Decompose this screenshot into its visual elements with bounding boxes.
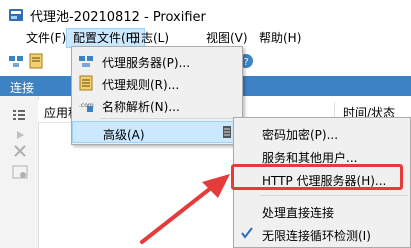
window-title: 代理池-20210812 - Proxifier [30,10,206,25]
menu-item-advanced[interactable]: 高级(A) [72,121,242,143]
proxy-rules-icon [79,75,93,91]
name-resolution-icon: .com [79,102,94,112]
menu-log[interactable]: 日志(L) [123,28,175,48]
checkmark-icon [241,227,253,239]
profile-dropdown-menu: 代理服务器(P)... 代理规则(R)... .com 名称解析(N)... 高… [71,46,243,145]
annotation-highlight-box [231,164,403,190]
list-view-icon[interactable] [12,108,26,122]
menu-item-label: 代理规则(R)... [102,78,180,92]
title-bar: 代理池-20210812 - Proxifier [0,0,411,28]
menu-item-password-encryption[interactable]: 密码加密(P)... [234,122,410,144]
menu-item-handle-direct-connections[interactable]: 处理直接连接 [234,200,410,222]
menu-file[interactable]: 文件(F) [20,28,72,48]
menu-view[interactable]: 视图(V) [200,28,254,48]
menu-item-label: 代理服务器(P)... [102,56,191,70]
play-icon[interactable] [15,130,25,140]
menu-item-label: 名称解析(N)... [102,100,180,114]
svg-text:?: ? [243,57,248,68]
menu-item-proxy-servers[interactable]: 代理服务器(P)... [72,50,242,72]
menu-item-name-resolution[interactable]: .com 名称解析(N)... [72,94,242,116]
proxy-servers-icon [79,56,93,67]
menu-help[interactable]: 帮助(H) [253,28,307,48]
menu-separator [260,195,408,196]
menu-item-proxy-rules[interactable]: 代理规则(R)... [72,72,242,94]
menu-separator [100,118,240,119]
proxifier-app-icon [9,9,23,21]
menu-item-label: 高级(A) [103,128,145,142]
window-icon[interactable] [12,164,28,180]
advanced-submenu-icon [223,126,231,138]
menu-item-label: 处理直接连接 [262,206,335,220]
annotation-arrow-icon [140,174,230,244]
left-toolbar [0,96,39,248]
connections-label: 连接 [10,81,35,95]
network-icon[interactable] [8,53,24,69]
menu-item-label: 密码加密(P)... [262,128,339,142]
close-icon[interactable] [13,144,27,158]
document-icon[interactable] [28,53,44,69]
menu-item-infinite-loop-detection[interactable]: 无限连接循环检测(I) [234,223,410,245]
menu-item-label: 无限连接循环检测(I) [262,229,371,243]
